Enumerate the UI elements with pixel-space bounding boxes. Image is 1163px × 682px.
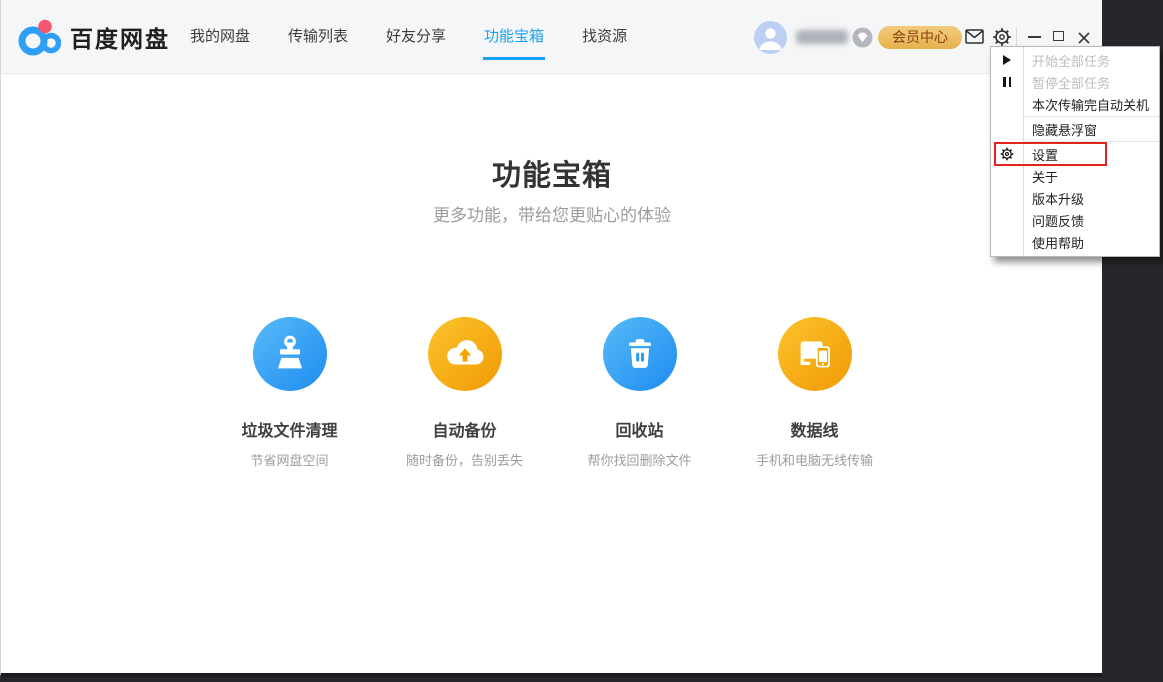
feature-name: 回收站 <box>552 417 727 441</box>
trash-icon <box>603 317 677 391</box>
page-subtitle: 更多功能，带给您更贴心的体验 <box>1 201 1103 226</box>
maximize-icon[interactable] <box>1053 31 1064 41</box>
app-window: 百度网盘 我的网盘 传输列表 好友分享 功能宝箱 找资源 会员中心 <box>0 0 1102 677</box>
feature-name: 数据线 <box>727 417 902 441</box>
tab-transfer-list[interactable]: 传输列表 <box>288 0 348 74</box>
tab-find-resources[interactable]: 找资源 <box>582 0 627 74</box>
cloud-upload-icon <box>428 317 502 391</box>
feature-auto-backup[interactable]: 自动备份 随时备份，告别丢失 <box>377 317 552 469</box>
person-icon <box>754 21 787 54</box>
main-nav: 我的网盘 传输列表 好友分享 功能宝箱 找资源 <box>190 0 627 74</box>
baidu-netdisk-logo-icon <box>17 15 61 59</box>
tab-my-netdisk[interactable]: 我的网盘 <box>190 0 250 74</box>
menu-separator <box>1024 141 1159 142</box>
user-avatar[interactable] <box>754 21 787 54</box>
mail-icon[interactable] <box>965 29 984 49</box>
app-logo: 百度网盘 <box>17 15 170 59</box>
brush-icon <box>253 317 327 391</box>
vip-center-button[interactable]: 会员中心 <box>878 26 962 49</box>
minimize-icon[interactable] <box>1028 36 1041 38</box>
feature-usb-cable[interactable]: 数据线 手机和电脑无线传输 <box>727 317 902 469</box>
feature-desc: 随时备份，告别丢失 <box>377 450 552 469</box>
tab-function-box[interactable]: 功能宝箱 <box>484 0 544 74</box>
menu-item-settings[interactable]: 设置 <box>991 143 1159 165</box>
devices-icon <box>778 317 852 391</box>
menu-item-help[interactable]: 使用帮助 <box>991 231 1159 253</box>
menu-item-feedback[interactable]: 问题反馈 <box>991 209 1159 231</box>
feature-desc: 手机和电脑无线传输 <box>727 450 902 469</box>
pause-icon <box>991 77 1023 87</box>
feature-recycle-bin[interactable]: 回收站 帮你找回删除文件 <box>552 317 727 469</box>
feature-grid: 垃圾文件清理 节省网盘空间 自动备份 随时备份，告别丢失 <box>1 317 1103 469</box>
vip-level-badge-icon[interactable] <box>852 27 873 48</box>
username-blurred <box>796 30 848 44</box>
menu-item-version-upgrade[interactable]: 版本升级 <box>991 187 1159 209</box>
controls-divider <box>1016 28 1017 47</box>
page-title: 功能宝箱 <box>1 152 1103 194</box>
menu-item-shutdown-after-transfer[interactable]: 本次传输完自动关机 <box>991 93 1159 115</box>
settings-dropdown-menu: 开始全部任务 暂停全部任务 本次传输完自动关机 隐藏悬浮窗 设 <box>990 46 1160 257</box>
logo-text: 百度网盘 <box>70 20 170 54</box>
feature-desc: 节省网盘空间 <box>202 450 377 469</box>
menu-item-about[interactable]: 关于 <box>991 165 1159 187</box>
top-bar: 百度网盘 我的网盘 传输列表 好友分享 功能宝箱 找资源 会员中心 <box>1 0 1102 74</box>
tab-friend-share[interactable]: 好友分享 <box>386 0 446 74</box>
play-icon <box>991 55 1023 65</box>
menu-item-start-all-tasks[interactable]: 开始全部任务 <box>991 49 1159 71</box>
menu-separator <box>1024 116 1159 117</box>
feature-name: 垃圾文件清理 <box>202 417 377 441</box>
menu-item-hide-float-window[interactable]: 隐藏悬浮窗 <box>991 118 1159 140</box>
menu-item-pause-all-tasks[interactable]: 暂停全部任务 <box>991 71 1159 93</box>
feature-desc: 帮你找回删除文件 <box>552 450 727 469</box>
feature-name: 自动备份 <box>377 417 552 441</box>
feature-junk-clean[interactable]: 垃圾文件清理 节省网盘空间 <box>202 317 377 469</box>
gear-icon <box>991 147 1023 161</box>
